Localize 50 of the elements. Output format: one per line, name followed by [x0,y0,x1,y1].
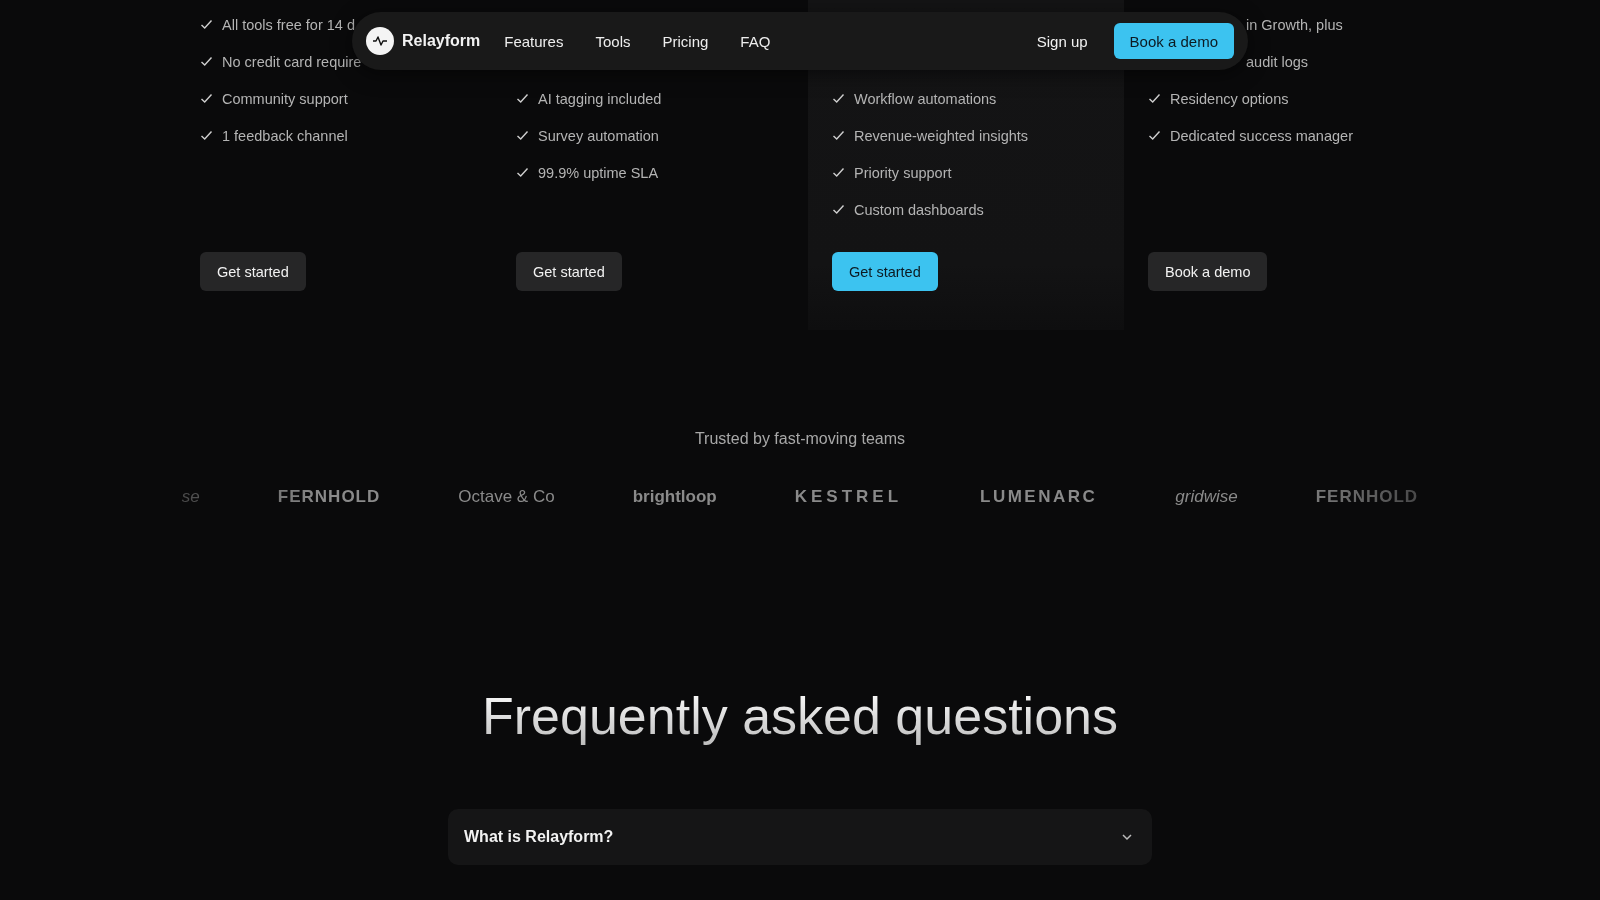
feature-text: Residency options [1170,90,1289,107]
feature-text: Workflow automations [854,90,997,107]
feature-text: Revenue-weighted insights [854,127,1029,144]
feature-text: No credit card require [222,53,362,70]
trusted-caption: Trusted by fast-moving teams [693,430,907,448]
pulse-logo-icon[interactable] [366,27,394,55]
company-logo: se [181,487,200,507]
feature-text: All tools free for 14 d [222,16,355,33]
check-icon [200,129,213,142]
feature-text: Community support [222,90,348,107]
feature-text: AI tagging included [538,90,662,107]
company-logo: brightloop [632,487,717,507]
feature-text: Custom dashboards [854,201,984,218]
check-icon [1148,129,1161,142]
nav-link[interactable]: Pricing [646,32,725,50]
check-icon [516,92,529,105]
check-icon [832,166,845,179]
brand-name[interactable]: Relayform [402,32,481,50]
feature-text: audit logs [1246,53,1309,70]
plan-button[interactable]: Book a demo [1148,252,1268,291]
nav-link[interactable]: Features [488,32,580,50]
sign-up-link[interactable]: Sign up [1036,32,1088,50]
check-icon [516,166,529,179]
feature-text: Dedicated success manager [1170,127,1353,144]
nav-link[interactable]: Tools [579,32,647,50]
check-icon [200,92,213,105]
nav-link[interactable]: FAQ [724,32,787,50]
check-icon [200,55,213,68]
check-icon [1148,92,1161,105]
feature-text: in Growth, plus [1246,16,1343,33]
company-logo: KESTREL [794,487,903,507]
plan-button[interactable]: Get started [516,252,622,291]
company-logo: FERNHOLD [1315,487,1419,507]
company-logo: Octave & Co [458,487,555,507]
check-icon [832,92,845,105]
feature-text: 1 feedback channel [222,127,348,144]
primary-button[interactable]: Get started [832,252,938,291]
check-icon [200,18,213,31]
feature-text: Survey automation [538,127,659,144]
company-logo: LUMENARC [980,487,1098,507]
book-demo-button[interactable]: Book a demo [1113,23,1234,59]
check-icon [516,129,529,142]
feature-text: Priority support [854,164,952,181]
feature-text: 99.9% uptime SLA [538,164,659,181]
check-icon [832,129,845,142]
plan-button[interactable]: Get started [200,252,306,291]
check-icon [832,203,845,216]
faq-item[interactable]: What is Relayform? [448,809,1152,866]
company-logo: gridwise [1175,487,1238,507]
company-logo: FERNHOLD [277,487,381,507]
